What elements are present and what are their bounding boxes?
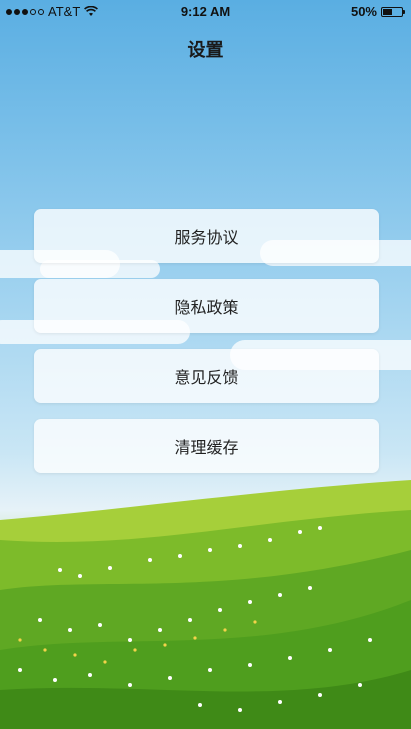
status-time: 9:12 AM (180, 4, 231, 19)
privacy-policy-button[interactable]: 隐私政策 (34, 279, 379, 333)
menu-item-label: 服务协议 (174, 228, 239, 247)
settings-screen: AT&T 9:12 AM 50% 设置 服务协议 隐私政策 意见反馈 清理缓存 (0, 0, 411, 729)
battery-percent: 50% (350, 4, 377, 19)
feedback-button[interactable]: 意见反馈 (34, 349, 379, 403)
menu-item-label: 隐私政策 (174, 298, 239, 317)
settings-menu: 服务协议 隐私政策 意见反馈 清理缓存 (34, 209, 379, 489)
status-bar: AT&T 9:12 AM 50% (0, 0, 411, 22)
service-agreement-button[interactable]: 服务协议 (34, 209, 379, 263)
clear-cache-button[interactable]: 清理缓存 (34, 419, 379, 473)
menu-item-label: 意见反馈 (174, 368, 239, 387)
grass-hills (0, 480, 411, 729)
battery-icon (381, 6, 405, 17)
battery-level (383, 8, 392, 15)
status-right: 50% (350, 4, 405, 19)
menu-item-label: 清理缓存 (174, 438, 239, 457)
page-title: 设置 (187, 40, 224, 61)
